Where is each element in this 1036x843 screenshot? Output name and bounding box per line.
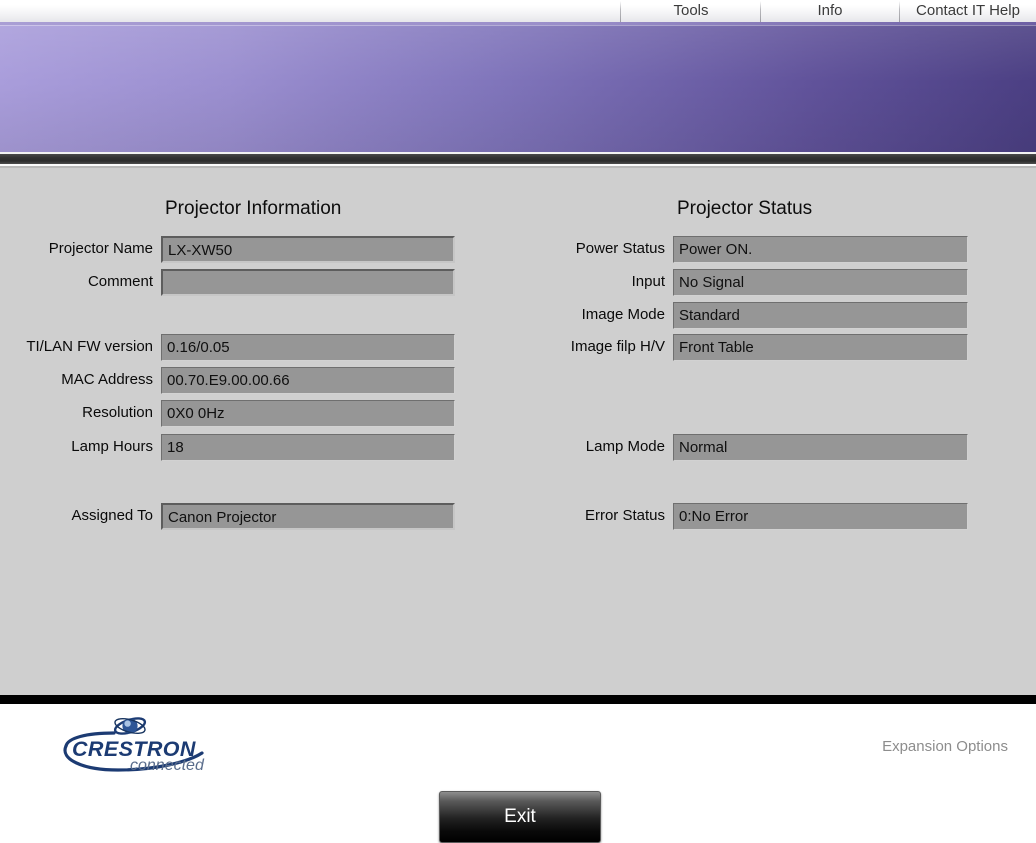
field-row-assigned-to: Assigned To Canon Projector [72,503,455,530]
value-image-mode: Standard [673,302,968,329]
expansion-options-label: Expansion Options [882,738,1008,755]
field-row-resolution: Resolution 0X0 0Hz [82,400,455,427]
header-banner [0,25,1036,152]
input-comment[interactable] [161,269,455,296]
footer-separator [0,695,1036,704]
label-projector-name: Projector Name [48,240,153,257]
label-image-mode: Image Mode [581,306,665,323]
label-input: Input [631,273,665,290]
top-navigation-bar: Tools Info Contact IT Help [0,0,1036,22]
field-row-error-status: Error Status 0:No Error [585,503,968,530]
value-lamp-mode: Normal [673,434,968,461]
projector-information-title: Projector Information [165,198,342,219]
label-ti-lan-fw-version: TI/LAN FW version [26,338,153,355]
value-power-status: Power ON. [673,236,968,263]
nav-item-contact-it-help[interactable]: Contact IT Help [900,0,1036,22]
value-lamp-hours: 18 [161,434,455,461]
field-row-power-status: Power Status Power ON. [576,236,968,263]
input-projector-name[interactable]: LX-XW50 [161,236,455,263]
value-error-status: 0:No Error [673,503,968,530]
field-row-lamp-hours: Lamp Hours 18 [71,434,455,461]
field-row-input: Input No Signal [632,269,968,296]
field-row-mac-address: MAC Address 00.70.E9.00.00.66 [61,367,455,394]
crestron-logo-svg: CRESTRON connected [63,717,205,774]
footer: CRESTRON connected Expansion Options [0,704,1036,779]
crestron-connected-logo: CRESTRON connected [52,712,232,774]
label-assigned-to: Assigned To [71,507,153,524]
value-image-filp-h-v: Front Table [673,334,968,361]
field-row-image-mode: Image Mode Standard [582,302,968,329]
connected-wordmark: connected [130,757,205,774]
field-row-ti-lan-fw-version: TI/LAN FW version 0.16/0.05 [26,334,455,361]
label-image-filp-h-v: Image filp H/V [570,338,665,355]
projector-web-console: Tools Info Contact IT Help Projector Infor… [0,0,1036,843]
banner-divider [0,152,1036,168]
value-mac-address: 00.70.E9.00.00.66 [161,367,455,394]
crestron-orbit-icon [113,717,147,735]
label-comment: Comment [87,273,153,290]
main-content: Projector Information Projector Name LX-X… [0,168,1036,843]
field-row-lamp-mode: Lamp Mode Normal [586,434,968,461]
exit-button[interactable]: Exit [439,791,601,843]
label-lamp-mode: Lamp Mode [585,438,665,455]
nav-item-tools[interactable]: Tools [621,0,761,22]
label-power-status: Power Status [575,240,665,257]
value-resolution: 0X0 0Hz [161,400,455,427]
label-error-status: Error Status [584,507,665,524]
field-row-comment: Comment [88,269,455,296]
label-resolution: Resolution [82,404,153,421]
field-row-image-filp-h-v: Image filp H/V Front Table [571,334,968,361]
value-ti-lan-fw-version: 0.16/0.05 [161,334,455,361]
field-row-projector-name: Projector Name LX-XW50 [49,236,455,263]
label-mac-address: MAC Address [61,371,153,388]
input-assigned-to[interactable]: Canon Projector [161,503,455,530]
label-lamp-hours: Lamp Hours [71,438,153,455]
banner-sheen [0,25,1036,152]
value-input: No Signal [673,269,968,296]
nav-item-info[interactable]: Info [761,0,899,22]
projector-status-title: Projector Status [677,198,813,219]
